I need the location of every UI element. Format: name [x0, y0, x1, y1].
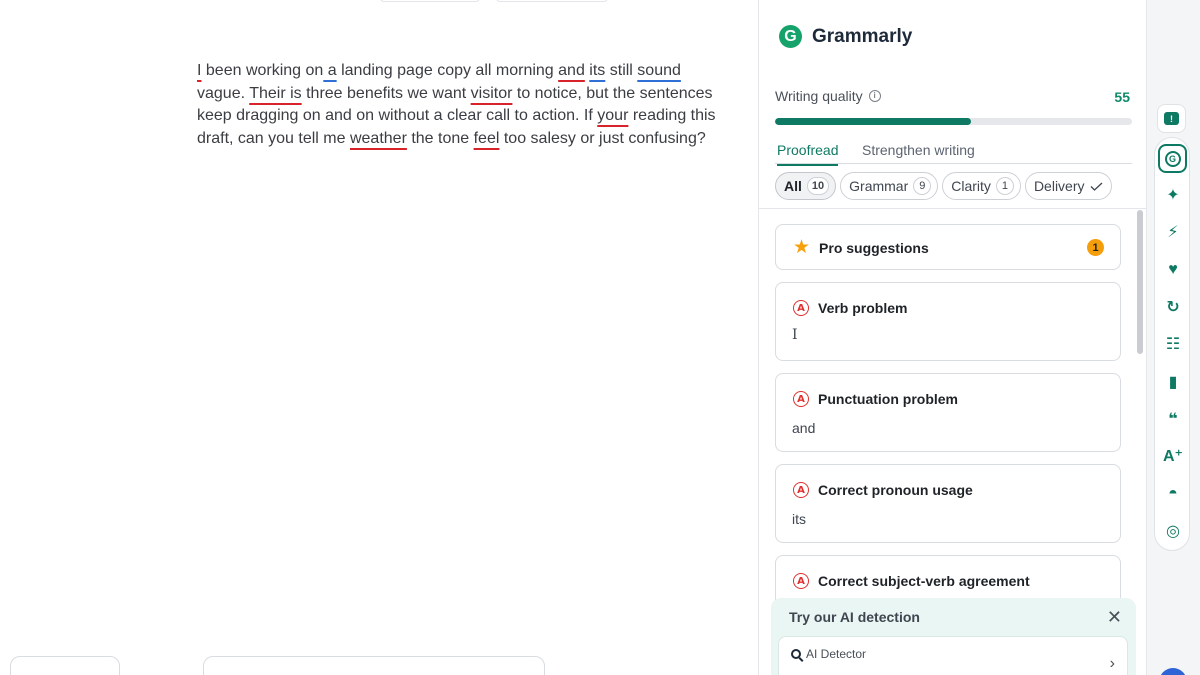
issue-sound[interactable]: sound [637, 62, 681, 79]
chip-delivery[interactable]: Delivery [1024, 172, 1112, 200]
boost-icon[interactable]: ⚡ [1161, 220, 1185, 244]
ai-detector-label: AI Detector [791, 647, 866, 661]
card-head: A Verb problem [793, 300, 907, 316]
chip-label: Clarity [951, 178, 991, 194]
issue-weather[interactable]: weather [350, 130, 407, 147]
issue-pronoun-its[interactable]: its [589, 62, 605, 79]
issue-your[interactable]: your [597, 107, 628, 124]
text-run: still [605, 62, 638, 79]
ai-detection-promo: Try our AI detection ✕ AI Detector › [771, 598, 1136, 675]
writing-quality-score: 55 [1114, 89, 1130, 105]
panel-tabs: Proofread Strengthen writing [775, 140, 1132, 166]
card-head: A Correct subject-verb agreement [793, 573, 1030, 589]
chip-label: All [784, 178, 802, 194]
card-head: A Punctuation problem [793, 391, 958, 407]
chip-label: Delivery [1033, 178, 1085, 194]
toolbar-stub-right [496, 0, 608, 2]
chevron-right-icon[interactable]: › [1110, 655, 1115, 673]
chip-count: 9 [913, 177, 932, 195]
alert-a-icon: A [793, 573, 809, 589]
tab-proofread[interactable]: Proofread [777, 142, 839, 166]
writing-quality-bar [775, 118, 1132, 125]
text-run: been working on [201, 62, 324, 79]
paraphrase-icon[interactable]: ↻ [1161, 295, 1185, 319]
card-excerpt: I [792, 327, 798, 343]
document-text[interactable]: I been working on a landing page copy al… [197, 60, 717, 150]
writing-quality-fill [775, 118, 972, 125]
search-icon [791, 649, 801, 659]
chip-count: 1 [995, 177, 1014, 195]
card-title: Verb problem [818, 300, 908, 316]
check-icon [1090, 182, 1102, 191]
writing-quality-label: Writing quality i [775, 88, 881, 104]
word-count-bar[interactable] [10, 656, 120, 675]
avatar[interactable] [1159, 668, 1187, 675]
panel-scrollbar[interactable] [1137, 210, 1143, 354]
chip-all[interactable]: All 10 [775, 172, 837, 200]
writing-quality-text: Writing quality [775, 88, 863, 104]
editor-area[interactable]: I been working on a landing page copy al… [0, 0, 758, 675]
ai-promo-title: Try our AI detection [789, 609, 920, 625]
chip-label: Grammar [849, 178, 909, 194]
grammarly-logo-icon: G [779, 25, 802, 48]
icon-rail: ! G ✦ ⚡ ♥ ↻ ☷ ▮ ❝ A⁺ ◓ ◎ [1147, 0, 1200, 675]
card-head: A Correct pronoun usage [793, 482, 973, 498]
alert-a-icon: A [793, 300, 809, 316]
card-excerpt: its [792, 511, 806, 527]
alert-a-icon: A [793, 482, 809, 498]
feedback-button[interactable]: ! [1157, 104, 1186, 133]
text-run: the tone [406, 129, 474, 147]
feedback-icon: ! [1164, 112, 1179, 125]
chip-clarity[interactable]: Clarity 1 [942, 172, 1021, 200]
toolbar-stub-left [380, 0, 480, 2]
text-run: too salesy or just confusing? [499, 129, 706, 147]
card-excerpt: and [792, 420, 816, 436]
info-icon[interactable]: i [868, 90, 881, 102]
formatting-toolbar[interactable] [203, 656, 545, 675]
issue-visitor[interactable]: visitor [471, 85, 513, 102]
card-title: Pro suggestions [819, 239, 929, 256]
issue-their-is[interactable]: Their is [249, 85, 301, 102]
filter-chips: All 10 Grammar 9 Clarity 1 Delivery [775, 172, 1112, 200]
brand-name: Grammarly [812, 25, 913, 47]
assistant-icon[interactable]: ✦ [1161, 183, 1185, 207]
card-title: Punctuation problem [818, 391, 958, 407]
grammarly-panel: G Grammarly Writing quality i 55 Proofre… [758, 0, 1147, 675]
reader-icon[interactable]: ▮ [1161, 370, 1185, 394]
card-pro-suggestions[interactable]: ★ Pro suggestions 1 [775, 224, 1121, 270]
humanize-icon[interactable]: A⁺ [1161, 444, 1185, 468]
panel-divider [759, 208, 1147, 209]
tab-strengthen-writing[interactable]: Strengthen writing [862, 142, 975, 164]
brand-header: G Grammarly [779, 25, 912, 48]
card-title: Correct subject-verb agreement [818, 573, 1030, 589]
alert-a-icon: A [793, 391, 809, 407]
pro-count-badge: 1 [1087, 239, 1104, 256]
text-run: landing page copy all morning [336, 62, 559, 79]
issue-article-a[interactable]: a [323, 62, 337, 79]
card-title: Correct pronoun usage [818, 482, 973, 498]
grammarly-icon[interactable]: G [1158, 144, 1187, 173]
star-icon: ★ [793, 237, 811, 258]
issue-feel[interactable]: feel [474, 130, 500, 147]
plagiarism-icon[interactable]: ◎ [1161, 519, 1185, 543]
card-pronoun-usage[interactable]: A Correct pronoun usage its [775, 464, 1121, 543]
audience-icon[interactable]: ☷ [1161, 332, 1185, 356]
rail-tools: G ✦ ⚡ ♥ ↻ ☷ ▮ ❝ A⁺ ◓ ◎ [1154, 137, 1190, 551]
card-verb-problem[interactable]: A Verb problem I [775, 282, 1121, 361]
chip-grammar[interactable]: Grammar 9 [840, 172, 939, 200]
citation-icon[interactable]: ❝ [1161, 407, 1185, 431]
detective-icon[interactable]: ◓ [1161, 482, 1185, 506]
text-run: three benefits we want [301, 84, 471, 102]
card-punctuation-problem[interactable]: A Punctuation problem and [775, 373, 1121, 452]
heart-icon[interactable]: ♥ [1161, 258, 1185, 282]
text-run: vague. [197, 84, 250, 102]
close-icon[interactable]: ✕ [1107, 607, 1122, 628]
issue-punctuation-and[interactable]: and [558, 62, 585, 79]
ai-detector-text: AI Detector [806, 647, 867, 661]
chip-count: 10 [806, 177, 830, 195]
ai-detector-card[interactable]: AI Detector › [778, 636, 1128, 675]
card-head: ★ Pro suggestions [793, 238, 929, 257]
